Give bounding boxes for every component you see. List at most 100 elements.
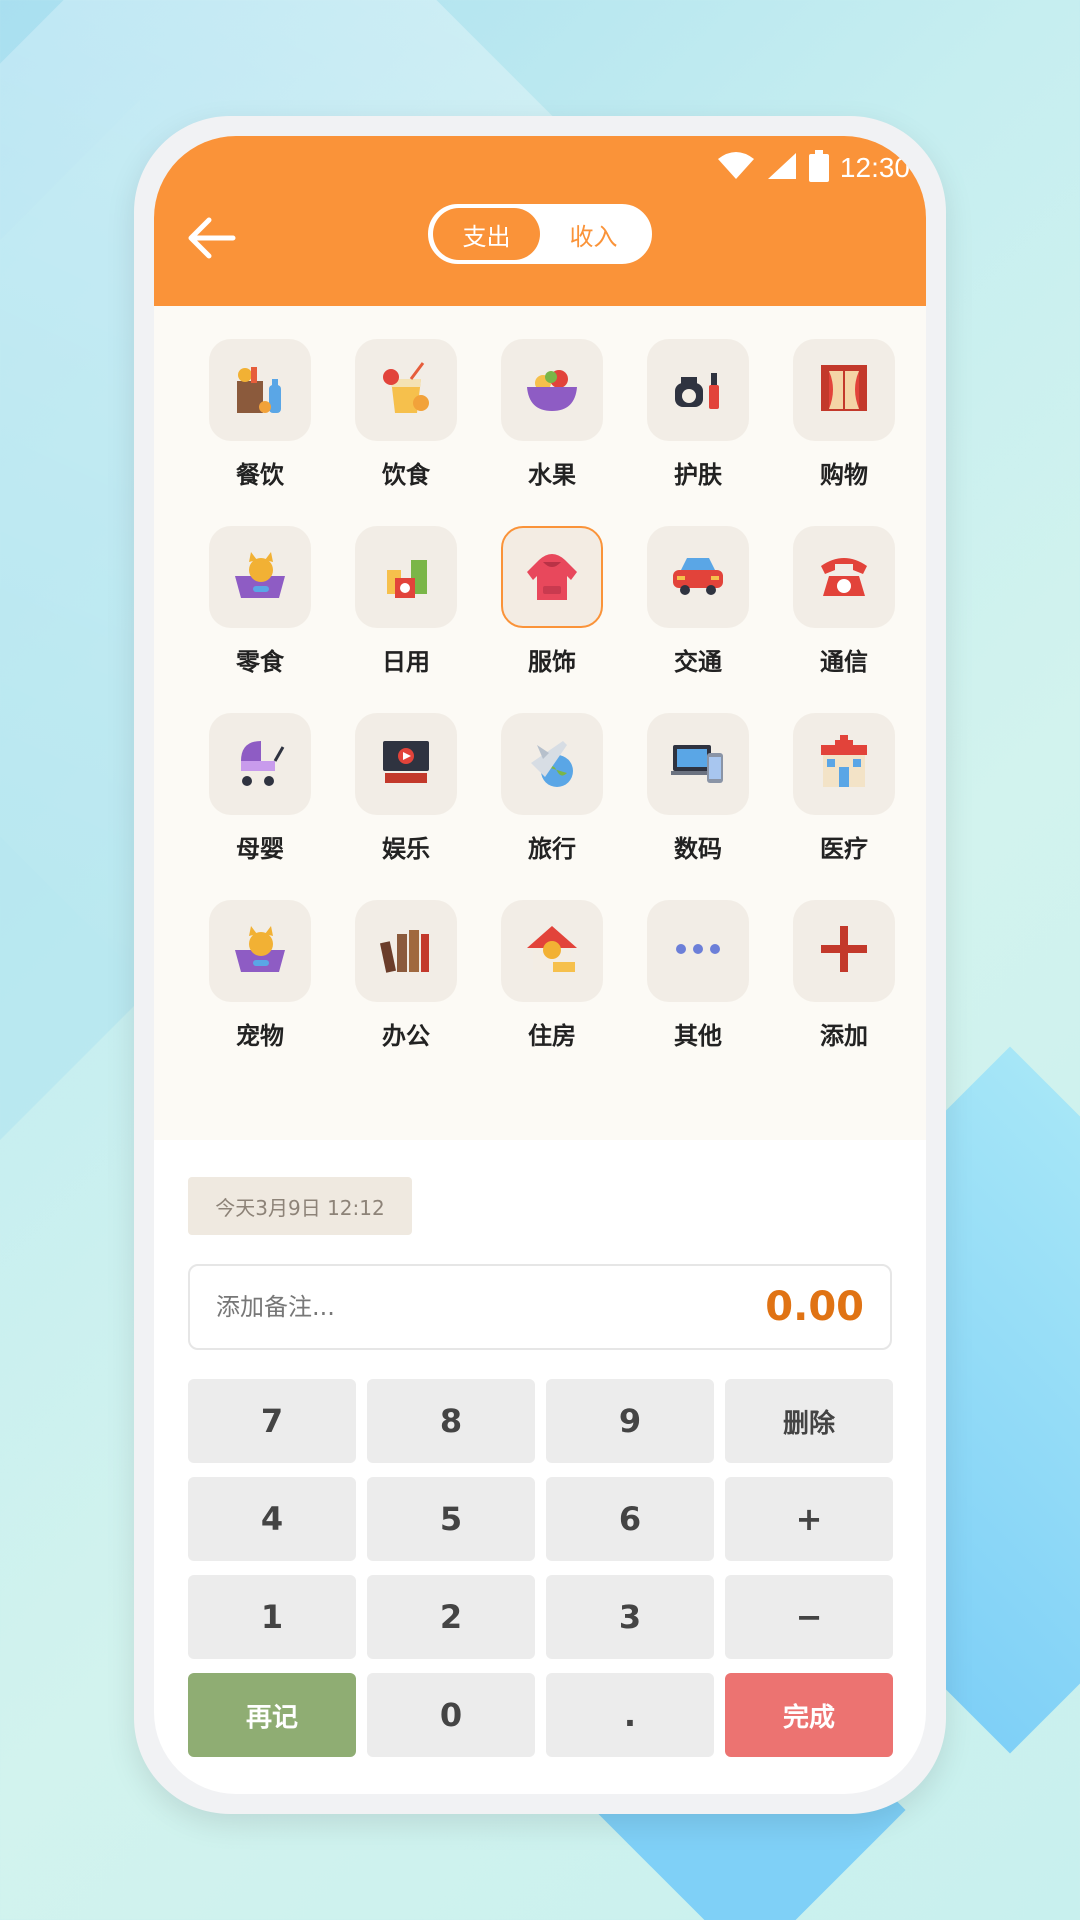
category-label: 交通 <box>674 648 722 676</box>
plus-key[interactable]: + <box>725 1477 893 1561</box>
category-item[interactable]: 日用 <box>333 526 479 677</box>
hoodie-icon <box>523 546 581 608</box>
key-0[interactable]: 0 <box>367 1673 535 1757</box>
category-grid: 餐饮 饮食 水果 护肤 购物零食 日用 服饰 交通 通信母婴 娱乐 旅行 数码 医疗宠物 办公 住房 其他 添加 <box>154 306 926 1140</box>
category-label: 零食 <box>236 648 284 676</box>
category-label: 旅行 <box>528 835 576 863</box>
category-item[interactable]: 住房 <box>479 900 625 1051</box>
books-icon <box>377 920 435 982</box>
date-selector[interactable]: 今天3月9日 12:12 <box>188 1177 412 1235</box>
more-dots-icon <box>669 920 727 982</box>
category-tile <box>793 339 895 441</box>
arrow-left-icon <box>187 216 237 264</box>
category-label: 通信 <box>820 648 868 676</box>
note-input[interactable] <box>216 1293 636 1321</box>
category-label: 饮食 <box>382 461 430 489</box>
baby-stroller-icon <box>231 733 289 795</box>
delete-button[interactable]: 删除 <box>725 1379 893 1463</box>
key-3[interactable]: 3 <box>546 1575 714 1659</box>
tab-expense[interactable]: 支出 <box>433 208 540 260</box>
category-tile <box>209 713 311 815</box>
category-tile <box>501 900 603 1002</box>
hospital-icon <box>815 733 873 795</box>
category-item[interactable]: 母婴 <box>187 713 333 864</box>
back-button[interactable] <box>184 212 240 268</box>
category-tile <box>355 713 457 815</box>
category-item[interactable]: 服饰 <box>479 526 625 677</box>
laptop-phone-icon <box>669 733 727 795</box>
category-item[interactable]: 医疗 <box>771 713 917 864</box>
grocery-bag-icon <box>231 359 289 421</box>
house-coin-icon <box>523 920 581 982</box>
amount-display: 0.00 <box>765 1284 864 1330</box>
battery-icon <box>808 150 830 186</box>
fruit-bowl-icon <box>523 359 581 421</box>
category-label: 住房 <box>528 1022 576 1050</box>
category-label: 娱乐 <box>382 835 430 863</box>
category-item[interactable]: 宠物 <box>187 900 333 1051</box>
key-8[interactable]: 8 <box>367 1379 535 1463</box>
key-1[interactable]: 1 <box>188 1575 356 1659</box>
category-label: 购物 <box>820 461 868 489</box>
category-item[interactable]: 其他 <box>625 900 771 1051</box>
category-item[interactable]: 零食 <box>187 526 333 677</box>
done-button[interactable]: 完成 <box>725 1673 893 1757</box>
plus-icon <box>815 920 873 982</box>
category-item[interactable]: 旅行 <box>479 713 625 864</box>
decimal-key[interactable]: . <box>546 1673 714 1757</box>
tab-income[interactable]: 收入 <box>540 208 647 260</box>
category-item[interactable]: 护肤 <box>625 339 771 490</box>
key-4[interactable]: 4 <box>188 1477 356 1561</box>
app-header: 12:30 支出 收入 <box>154 136 926 306</box>
category-item[interactable]: 娱乐 <box>333 713 479 864</box>
juice-drink-icon <box>377 359 435 421</box>
category-item[interactable]: 数码 <box>625 713 771 864</box>
status-bar: 12:30 <box>716 146 910 190</box>
key-7[interactable]: 7 <box>188 1379 356 1463</box>
category-tile <box>647 713 749 815</box>
category-item[interactable]: 通信 <box>771 526 917 677</box>
category-label: 其他 <box>674 1022 722 1050</box>
category-tile <box>501 713 603 815</box>
category-item[interactable]: 购物 <box>771 339 917 490</box>
category-item[interactable]: 饮食 <box>333 339 479 490</box>
key-9[interactable]: 9 <box>546 1379 714 1463</box>
cat-basket-icon <box>231 546 289 608</box>
category-tile <box>793 526 895 628</box>
category-tile <box>793 713 895 815</box>
category-tile <box>209 900 311 1002</box>
minus-key[interactable]: − <box>725 1575 893 1659</box>
telephone-icon <box>815 546 873 608</box>
category-tile <box>355 900 457 1002</box>
category-label: 数码 <box>674 835 722 863</box>
category-tile <box>647 900 749 1002</box>
key-2[interactable]: 2 <box>367 1575 535 1659</box>
category-label: 护肤 <box>674 461 722 489</box>
status-time: 12:30 <box>839 152 910 183</box>
daily-goods-icon <box>377 546 435 608</box>
car-icon <box>669 546 727 608</box>
category-label: 日用 <box>382 648 430 676</box>
key-5[interactable]: 5 <box>367 1477 535 1561</box>
category-item[interactable]: 办公 <box>333 900 479 1051</box>
category-tile <box>209 526 311 628</box>
category-label: 宠物 <box>236 1022 284 1050</box>
category-item[interactable]: 添加 <box>771 900 917 1051</box>
record-again-button[interactable]: 再记 <box>188 1673 356 1757</box>
skincare-bottles-icon <box>669 359 727 421</box>
category-item[interactable]: 水果 <box>479 339 625 490</box>
category-label: 餐饮 <box>236 461 284 489</box>
category-label: 服饰 <box>528 648 576 676</box>
category-item[interactable]: 交通 <box>625 526 771 677</box>
category-tile <box>793 900 895 1002</box>
category-label: 办公 <box>382 1022 430 1050</box>
cat-basket-icon <box>231 920 289 982</box>
key-6[interactable]: 6 <box>546 1477 714 1561</box>
category-tile <box>355 339 457 441</box>
signal-icon <box>766 151 798 185</box>
note-amount-row: 0.00 <box>188 1264 892 1350</box>
category-tile <box>501 339 603 441</box>
category-label: 医疗 <box>820 835 868 863</box>
category-item[interactable]: 餐饮 <box>187 339 333 490</box>
category-label: 水果 <box>528 461 576 489</box>
